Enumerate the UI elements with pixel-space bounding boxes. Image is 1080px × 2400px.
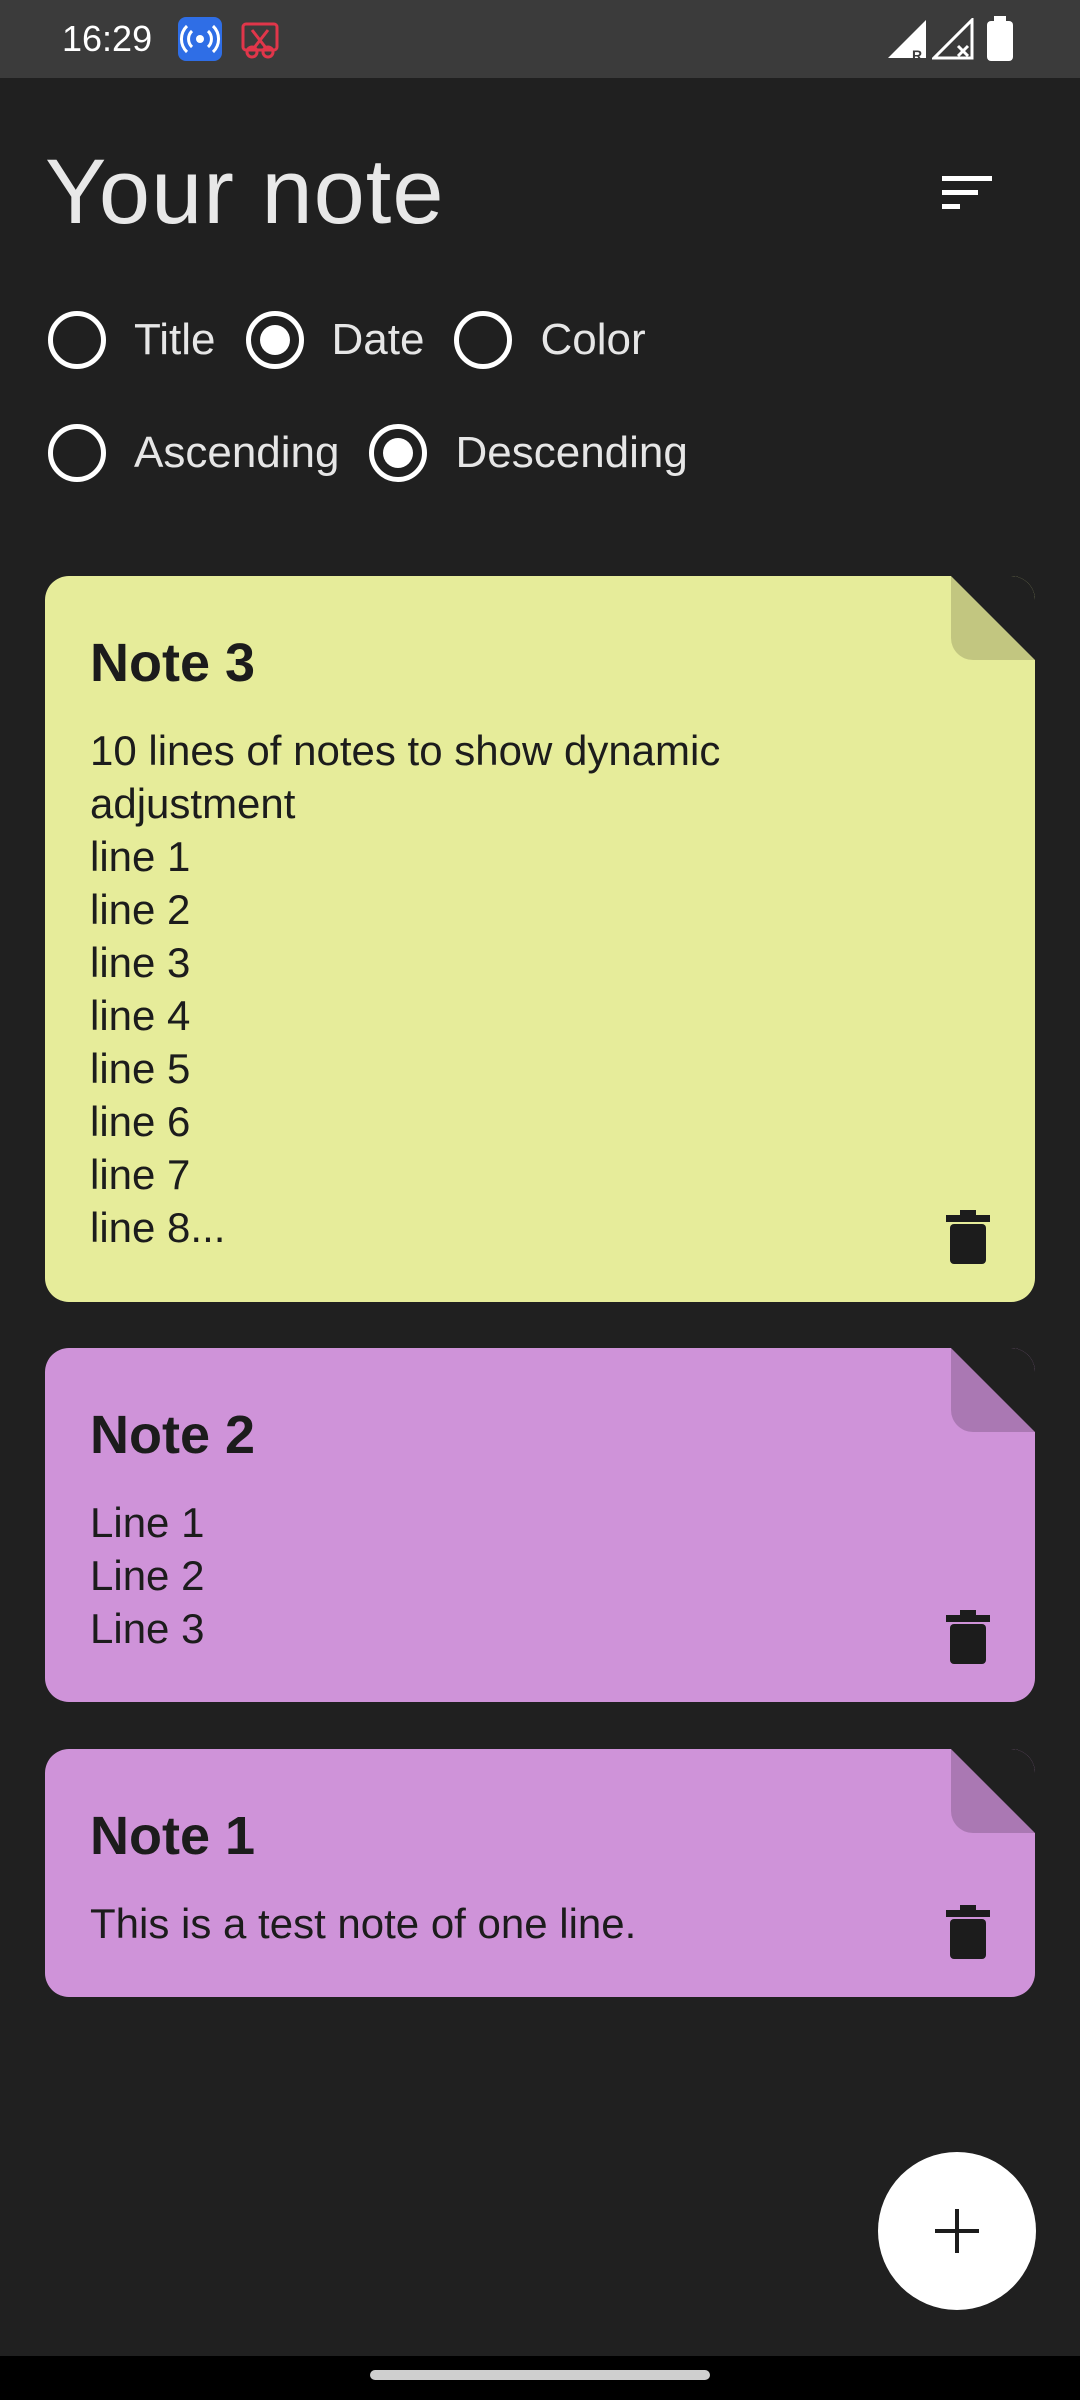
radio-color[interactable]: Color	[454, 311, 646, 369]
hotspot-icon	[178, 17, 222, 61]
note-card[interactable]: Note 1 This is a test note of one line.	[45, 1749, 1035, 1997]
page-title: Your note	[45, 141, 445, 243]
radio-title[interactable]: Title	[48, 311, 216, 369]
radio-ascending[interactable]: Ascending	[48, 424, 339, 482]
home-gesture-handle[interactable]	[370, 2370, 710, 2380]
signal-off-icon	[930, 16, 974, 67]
trash-icon[interactable]	[946, 1210, 990, 1264]
battery-icon	[985, 16, 1015, 67]
radio-label: Title	[134, 315, 216, 364]
note-corner-fold	[951, 1749, 1035, 1833]
sort-icon[interactable]	[936, 170, 996, 220]
note-body: 10 lines of notes to show dynamic adjust…	[90, 727, 721, 1251]
note-title: Note 3	[90, 633, 256, 693]
radio-label: Ascending	[134, 428, 340, 477]
note-title: Note 1	[90, 1806, 256, 1866]
signal-icon: R	[886, 18, 928, 67]
trash-icon[interactable]	[946, 1610, 990, 1664]
note-body: Line 1 Line 2 Line 3	[90, 1499, 205, 1652]
radio-label: Descending	[455, 428, 688, 477]
sort-by-group: Title Date Color	[48, 308, 676, 372]
radio-button-unselected[interactable]	[48, 311, 106, 369]
note-card[interactable]: Note 2 Line 1 Line 2 Line 3	[45, 1348, 1035, 1702]
radio-button-unselected[interactable]	[48, 424, 106, 482]
plus-icon	[935, 2209, 979, 2253]
add-note-button[interactable]	[878, 2152, 1036, 2310]
note-card[interactable]: Note 3 10 lines of notes to show dynamic…	[45, 576, 1035, 1302]
radio-button-selected[interactable]	[369, 424, 428, 482]
svg-text:R: R	[912, 47, 922, 62]
trash-icon[interactable]	[946, 1905, 990, 1959]
note-body: This is a test note of one line.	[90, 1900, 637, 1947]
radio-button-selected[interactable]	[245, 311, 304, 369]
radio-label: Color	[540, 315, 646, 364]
radio-button-unselected[interactable]	[454, 311, 513, 369]
note-corner-fold	[951, 576, 1035, 660]
sort-direction-group: Ascending Descending	[48, 421, 718, 485]
status-bar: 16:29 R	[0, 0, 1080, 78]
radio-descending[interactable]: Descending	[369, 424, 688, 482]
radio-date[interactable]: Date	[245, 311, 425, 369]
note-title: Note 2	[90, 1405, 256, 1465]
status-time: 16:29	[62, 18, 153, 59]
navigation-bar	[0, 2356, 1080, 2400]
radio-label: Date	[331, 315, 425, 364]
screen-record-icon	[238, 18, 282, 62]
note-corner-fold	[951, 1348, 1035, 1432]
